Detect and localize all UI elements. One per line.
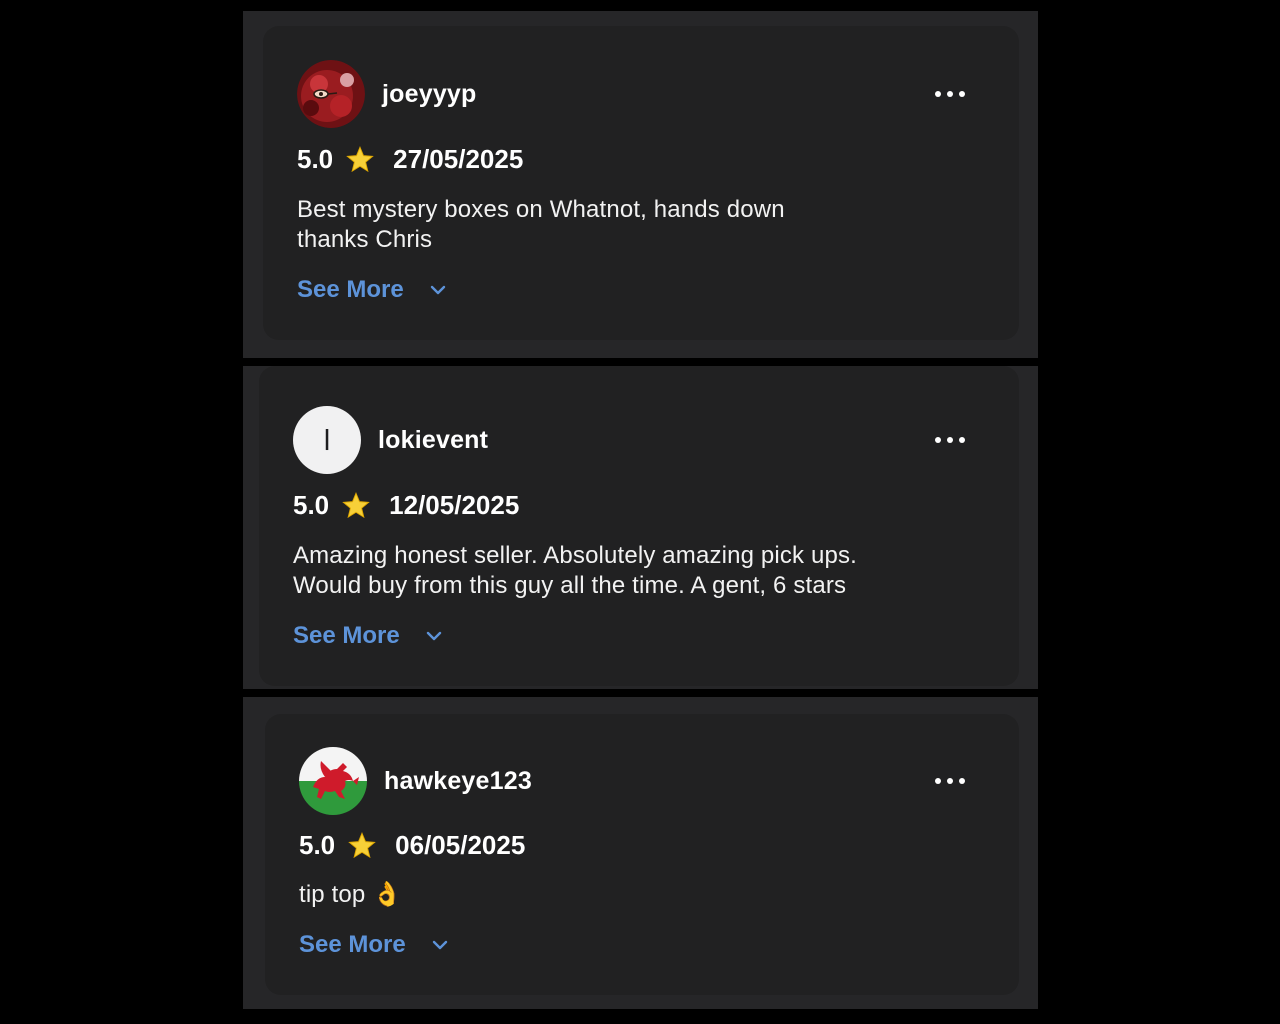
dot: [959, 778, 965, 784]
review-date: 27/05/2025: [393, 144, 524, 174]
chevron-down-icon: [430, 285, 445, 295]
see-more-button[interactable]: See More: [293, 622, 442, 650]
star-icon: [346, 146, 374, 173]
dot: [959, 437, 965, 443]
dot: [947, 91, 953, 97]
more-options-icon[interactable]: [935, 91, 965, 97]
review-panel: joeyyyp 5.0 27/05/2025 Best mystery boxe…: [243, 11, 1038, 358]
rating-row: 5.0 12/05/2025: [293, 490, 519, 521]
username[interactable]: joeyyyp: [382, 80, 477, 109]
avatar[interactable]: [297, 60, 365, 128]
see-more-label: See More: [293, 622, 400, 649]
rating-value: 5.0: [297, 144, 334, 174]
dot: [959, 91, 965, 97]
rating-row: 5.0 27/05/2025: [297, 144, 523, 175]
review-text: tip top 👌: [299, 881, 403, 908]
avatar-letter: l: [323, 423, 331, 457]
see-more-label: See More: [299, 931, 406, 958]
review-date: 12/05/2025: [389, 490, 520, 520]
dot: [935, 778, 941, 784]
see-more-label: See More: [297, 276, 404, 303]
review-card: l lokievent 5.0 12/05/2025 Amazing hones…: [259, 366, 1019, 686]
see-more-button[interactable]: See More: [299, 931, 448, 959]
dot: [935, 91, 941, 97]
review-panel: l lokievent 5.0 12/05/2025 Amazing hones…: [243, 366, 1038, 689]
review-card: hawkeye123 5.0 06/05/2025 tip top 👌 See …: [265, 714, 1019, 995]
review-text: Amazing honest seller. Absolutely amazin…: [293, 542, 857, 599]
star-icon: [342, 492, 370, 519]
more-options-icon[interactable]: [935, 778, 965, 784]
rating-value: 5.0: [293, 490, 330, 520]
rating-row: 5.0 06/05/2025: [299, 830, 525, 861]
chevron-down-icon: [426, 631, 441, 641]
star-icon: [348, 832, 376, 859]
review-text: Best mystery boxes on Whatnot, hands dow…: [297, 196, 785, 253]
username[interactable]: lokievent: [378, 426, 488, 455]
dot: [947, 778, 953, 784]
avatar[interactable]: [299, 747, 367, 815]
review-panel: hawkeye123 5.0 06/05/2025 tip top 👌 See …: [243, 697, 1038, 1009]
more-options-icon[interactable]: [935, 437, 965, 443]
review-header: hawkeye123: [299, 747, 532, 815]
avatar[interactable]: l: [293, 406, 361, 474]
dot: [935, 437, 941, 443]
user-avatar-image: [297, 60, 365, 128]
username[interactable]: hawkeye123: [384, 767, 532, 796]
dot: [947, 437, 953, 443]
review-header: l lokievent: [293, 406, 488, 474]
chevron-down-icon: [432, 940, 447, 950]
review-date: 06/05/2025: [395, 830, 526, 860]
review-card: joeyyyp 5.0 27/05/2025 Best mystery boxe…: [263, 26, 1019, 340]
review-header: joeyyyp: [297, 60, 477, 128]
welsh-flag-icon: [299, 747, 367, 815]
rating-value: 5.0: [299, 830, 336, 860]
see-more-button[interactable]: See More: [297, 276, 446, 304]
